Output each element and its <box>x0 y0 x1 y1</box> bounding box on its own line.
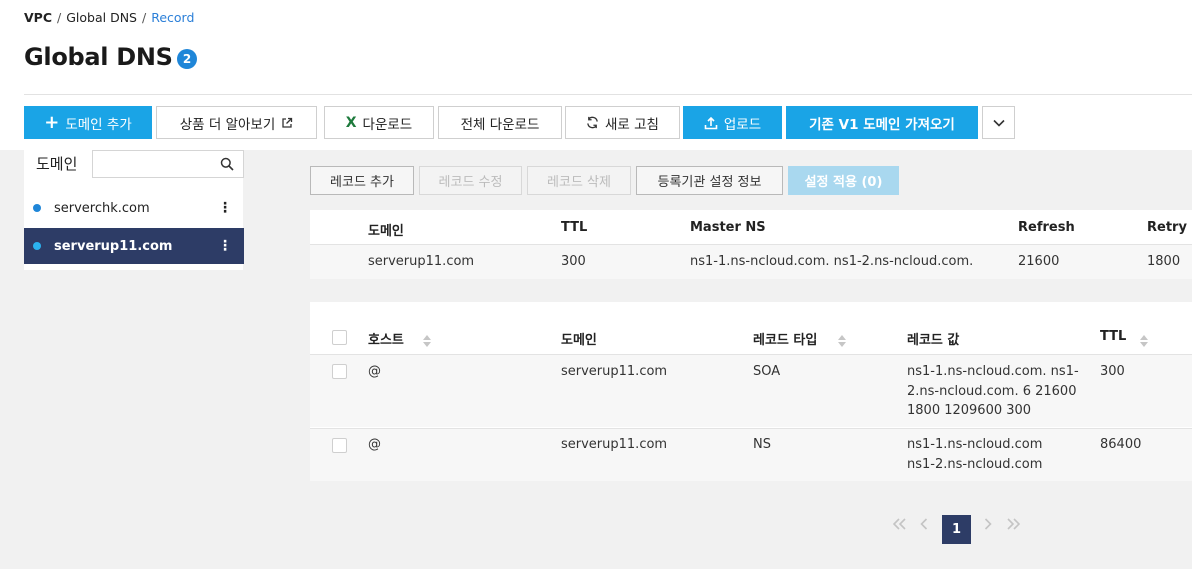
more-dropdown-button[interactable] <box>982 106 1015 139</box>
record-value-line: ns1-1.ns-ncloud.com. ns1- <box>907 364 1079 379</box>
record-domain: serverup11.com <box>561 437 668 452</box>
record-value-line: ns1-1.ns-ncloud.com <box>907 437 1043 452</box>
download-all-label: 전체 다운로드 <box>460 116 540 133</box>
status-dot-icon <box>33 204 41 212</box>
upload-button[interactable]: 업로드 <box>683 106 782 139</box>
refresh-button[interactable]: 새로 고침 <box>565 106 680 139</box>
record-type: SOA <box>753 364 781 379</box>
refresh-label: 새로 고침 <box>605 116 659 133</box>
column-header-ttl: TTL <box>561 220 588 235</box>
record-value: ns1-1.ns-ncloud.com. ns1- 2.ns-ncloud.co… <box>907 362 1079 421</box>
breadcrumb-separator: / <box>57 10 62 25</box>
record-value-line: ns1-2.ns-ncloud.com <box>907 456 1043 472</box>
registrar-info-button[interactable]: 등록기관 설정 정보 <box>636 166 783 195</box>
previous-page-icon[interactable] <box>920 516 928 534</box>
delete-record-button[interactable]: 레코드 삭제 <box>527 166 631 195</box>
domain-name: serverchk.com <box>54 200 150 216</box>
search-icon[interactable] <box>220 156 234 175</box>
refresh-icon <box>586 116 599 129</box>
soa-ttl: 300 <box>561 254 586 269</box>
domain-name: serverup11.com <box>54 238 173 254</box>
add-domain-button[interactable]: + 도메인 추가 <box>24 106 152 139</box>
column-header-retry: Retry <box>1147 220 1187 235</box>
upload-label: 업로드 <box>723 116 762 133</box>
excel-icon: X <box>345 114 357 131</box>
sort-icon[interactable] <box>838 332 846 351</box>
edit-record-button[interactable]: 레코드 수정 <box>419 166 522 195</box>
chevron-down-icon <box>992 119 1005 127</box>
soa-retry: 1800 <box>1147 254 1181 269</box>
domain-list-item[interactable]: serverchk.com ⋮ <box>24 190 244 226</box>
column-header-domain: 도메인 <box>368 224 404 239</box>
next-page-icon[interactable] <box>984 516 992 534</box>
upload-icon <box>704 116 718 130</box>
table-row[interactable] <box>310 429 1192 481</box>
kebab-menu-icon[interactable]: ⋮ <box>218 201 232 215</box>
row-checkbox[interactable] <box>332 438 347 453</box>
column-header-record-type[interactable]: 레코드 타입 <box>753 329 817 348</box>
column-header-host[interactable]: 호스트 <box>368 329 404 348</box>
breadcrumb: VPC / Global DNS / Record <box>24 10 194 25</box>
row-checkbox[interactable] <box>332 364 347 379</box>
column-header-record-value: 레코드 값 <box>907 333 960 348</box>
select-all-checkbox[interactable] <box>332 330 347 345</box>
learn-more-button[interactable]: 상품 더 알아보기 <box>156 106 317 139</box>
apply-settings-button[interactable]: 설정 적용 (0) <box>788 166 899 195</box>
record-type: NS <box>753 437 771 452</box>
last-page-icon[interactable] <box>1007 516 1021 534</box>
download-label: 다운로드 <box>362 116 413 133</box>
breadcrumb-vpc[interactable]: VPC <box>24 10 52 25</box>
import-v1-button[interactable]: 기존 V1 도메인 가져오기 <box>786 106 978 139</box>
record-ttl: 300 <box>1100 364 1125 379</box>
column-header-domain: 도메인 <box>561 333 597 348</box>
record-value: ns1-1.ns-ncloud.com ns1-2.ns-ncloud.com <box>907 435 1042 474</box>
current-page-button[interactable]: 1 <box>942 515 971 544</box>
download-all-button[interactable]: 전체 다운로드 <box>438 106 562 139</box>
record-value-line: 1800 1209600 300 <box>907 403 1032 418</box>
divider <box>24 94 1192 95</box>
sort-icon[interactable] <box>423 332 431 351</box>
sort-icon[interactable] <box>1140 332 1148 351</box>
learn-more-label: 상품 더 알아보기 <box>179 116 276 133</box>
domain-list-item-selected[interactable]: serverup11.com ⋮ <box>24 228 244 264</box>
first-page-icon[interactable] <box>892 516 906 534</box>
page-title: Global DNS <box>24 43 173 71</box>
breadcrumb-record[interactable]: Record <box>151 10 194 25</box>
download-button[interactable]: X 다운로드 <box>324 106 434 139</box>
record-ttl: 86400 <box>1100 437 1142 452</box>
breadcrumb-separator: / <box>142 10 147 25</box>
soa-refresh: 21600 <box>1018 254 1060 269</box>
column-header-refresh: Refresh <box>1018 220 1075 235</box>
record-host: @ <box>368 437 381 452</box>
import-v1-label: 기존 V1 도메인 가져오기 <box>809 116 955 133</box>
count-badge: 2 <box>177 49 197 69</box>
record-host: @ <box>368 364 381 379</box>
record-domain: serverup11.com <box>561 364 668 379</box>
record-value-line: 2.ns-ncloud.com. 6 21600 <box>907 383 1077 399</box>
soa-master-ns: ns1-1.ns-ncloud.com. ns1-2.ns-ncloud.com… <box>690 254 974 269</box>
kebab-menu-icon[interactable]: ⋮ <box>218 239 232 253</box>
add-record-button[interactable]: 레코드 추가 <box>310 166 414 195</box>
status-dot-icon <box>33 242 41 250</box>
column-header-ttl[interactable]: TTL <box>1100 329 1126 344</box>
breadcrumb-global-dns[interactable]: Global DNS <box>66 10 137 25</box>
add-domain-label: 도메인 추가 <box>65 116 132 133</box>
column-header-master-ns: Master NS <box>690 220 766 235</box>
soa-domain: serverup11.com <box>368 254 475 269</box>
plus-icon: + <box>44 111 60 133</box>
external-link-icon <box>281 117 293 129</box>
sidebar-label: 도메인 <box>36 155 78 173</box>
